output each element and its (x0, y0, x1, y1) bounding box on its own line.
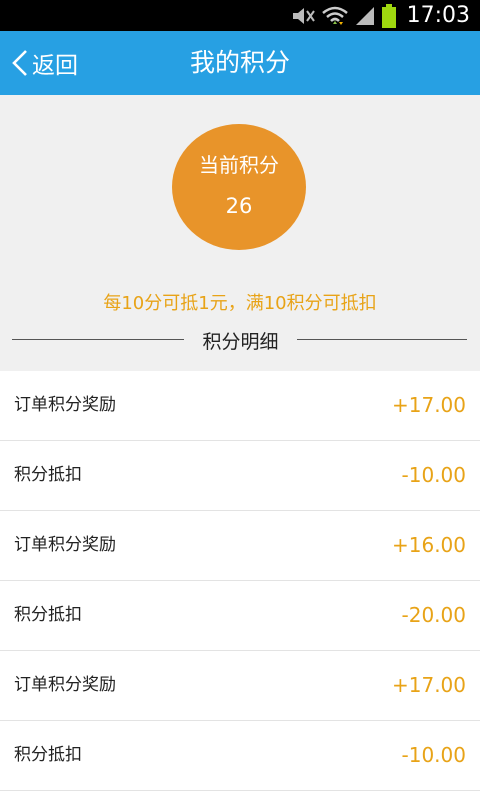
record-row[interactable]: 订单积分奖励 +17.00 (0, 651, 480, 721)
detail-section-title: 积分明细 (202, 331, 279, 353)
record-label: 订单积分奖励 (14, 395, 116, 415)
points-circle: 当前积分 26 (172, 124, 306, 250)
record-label: 积分抵扣 (14, 745, 82, 765)
record-label: 订单积分奖励 (14, 675, 116, 695)
points-value: 26 (225, 194, 253, 218)
back-label: 返回 (32, 53, 78, 79)
record-row[interactable]: 积分抵扣 -20.00 (0, 581, 480, 651)
mute-icon (293, 7, 315, 24)
wifi-icon (322, 6, 348, 25)
status-icons (290, 3, 396, 28)
battery-icon (382, 3, 396, 28)
record-amount: -10.00 (401, 743, 466, 767)
record-row[interactable]: 积分抵扣 -10.00 (0, 441, 480, 511)
record-amount: +17.00 (391, 673, 466, 697)
status-time: 17:03 (406, 3, 470, 28)
record-label: 积分抵扣 (14, 465, 82, 485)
record-amount: -10.00 (401, 463, 466, 487)
record-label: 订单积分奖励 (14, 535, 116, 555)
points-rule-text: 每10分可抵1元，满10积分可抵扣 (103, 293, 377, 314)
points-label: 当前积分 (199, 153, 279, 177)
points-record-list: 订单积分奖励 +17.00 积分抵扣 -10.00 订单积分奖励 +16.00 … (0, 371, 480, 791)
record-row[interactable]: 订单积分奖励 +17.00 (0, 371, 480, 441)
record-amount: +16.00 (391, 533, 466, 557)
divider-right (297, 339, 467, 340)
record-row[interactable]: 订单积分奖励 +16.00 (0, 511, 480, 581)
status-bar: 17:03 (0, 0, 480, 31)
record-label: 积分抵扣 (14, 605, 82, 625)
points-summary: 当前积分 26 每10分可抵1元，满10积分可抵扣 积分明细 (0, 95, 480, 371)
signal-icon (356, 6, 374, 25)
divider-left (12, 339, 184, 340)
record-row[interactable]: 积分抵扣 -10.00 (0, 721, 480, 791)
record-amount: +17.00 (391, 393, 466, 417)
record-amount: -20.00 (401, 603, 466, 627)
chevron-left-icon (12, 50, 27, 76)
nav-bar: 返回 我的积分 (0, 31, 480, 95)
back-button[interactable]: 返回 (10, 31, 78, 95)
